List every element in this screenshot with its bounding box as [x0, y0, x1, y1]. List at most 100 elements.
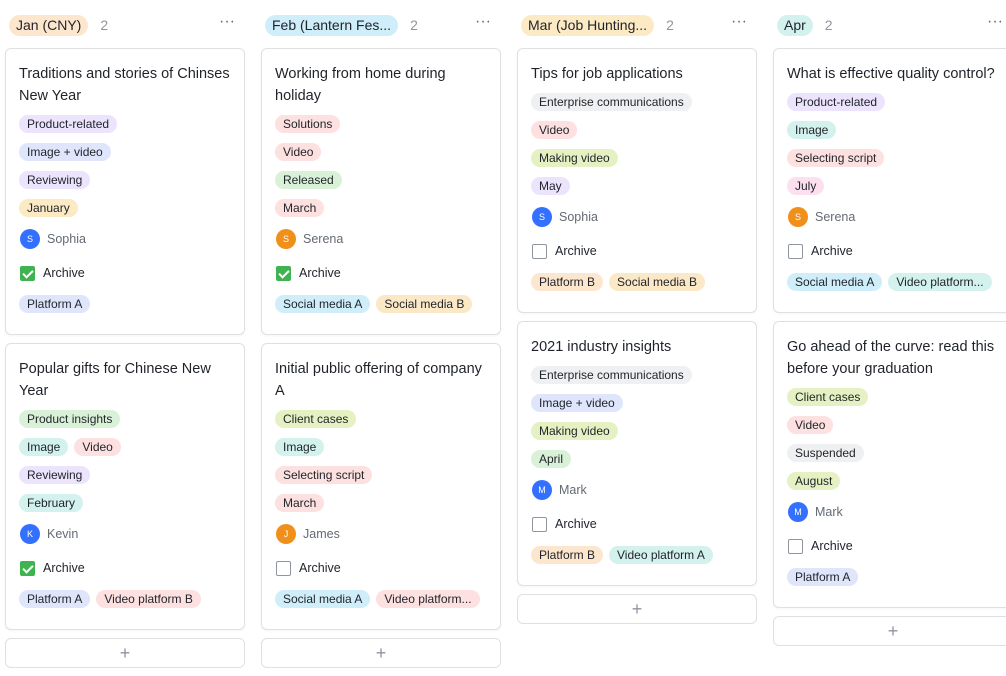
- record-card[interactable]: Initial public offering of company A Cli…: [261, 343, 501, 630]
- archive-label: Archive: [299, 266, 341, 280]
- channel-tags: Platform A: [19, 290, 231, 318]
- category-tag: Client cases: [275, 410, 357, 428]
- record-card[interactable]: Tips for job applications Enterprise com…: [517, 48, 757, 313]
- archive-checkbox[interactable]: [276, 560, 291, 576]
- channel-tags: Social media A Video platform...: [275, 585, 487, 613]
- column-count: 2: [100, 17, 109, 33]
- avatar: M: [788, 502, 808, 522]
- owner-name: Serena: [303, 232, 344, 246]
- column-count: 2: [410, 17, 418, 33]
- category-tag: Product insights: [19, 410, 121, 428]
- record-card[interactable]: Traditions and stories of Chinses New Ye…: [5, 48, 245, 335]
- column-title[interactable]: Apr: [777, 14, 813, 36]
- channel-tag: Platform A: [19, 590, 91, 608]
- archive-checkbox[interactable]: [532, 516, 547, 532]
- column-count: 2: [824, 17, 833, 33]
- archive-field: Archive: [275, 256, 487, 290]
- avatar: J: [276, 524, 296, 544]
- record-card[interactable]: 2021 industry insights Enterprise commun…: [517, 321, 757, 586]
- archive-field: Archive: [531, 507, 743, 541]
- category-tag: Product-related: [787, 93, 886, 111]
- add-record-button[interactable]: +: [5, 638, 245, 668]
- status-tag: Released: [275, 171, 342, 189]
- status-tag: Reviewing: [19, 171, 91, 189]
- archive-label: Archive: [555, 244, 597, 258]
- channel-tag: Social media A: [275, 295, 371, 313]
- record-card[interactable]: What is effective quality control? Produ…: [773, 48, 1006, 313]
- archive-checkbox[interactable]: [20, 560, 35, 576]
- owner-name: Sophia: [47, 232, 86, 246]
- card-title: Initial public offering of company A: [275, 361, 482, 399]
- archive-checkbox[interactable]: [788, 538, 803, 554]
- column-title[interactable]: Feb (Lantern Fes...: [265, 14, 399, 36]
- owner-name: Sophia: [559, 210, 598, 224]
- owner-field: S Serena: [275, 222, 487, 256]
- more-options-icon[interactable]: ···: [731, 13, 747, 37]
- channel-tags: Platform A: [787, 563, 999, 591]
- owner-name: Mark: [815, 505, 843, 519]
- owner-name: Serena: [815, 210, 856, 224]
- archive-label: Archive: [555, 517, 597, 531]
- category-tag: Product-related: [19, 115, 118, 133]
- archive-checkbox[interactable]: [276, 265, 291, 281]
- archive-checkbox[interactable]: [20, 265, 35, 281]
- channel-tag: Social media A: [787, 273, 883, 291]
- card-title: Traditions and stories of Chinses New Ye…: [19, 66, 230, 104]
- channel-tag: Social media A: [275, 590, 371, 608]
- record-card[interactable]: Go ahead of the curve: read this before …: [773, 321, 1006, 608]
- category-tag: Client cases: [787, 388, 869, 406]
- more-options-icon[interactable]: ···: [475, 13, 491, 37]
- archive-field: Archive: [531, 234, 743, 268]
- add-record-button[interactable]: +: [517, 594, 757, 624]
- format-tag: Image: [787, 121, 837, 139]
- avatar: M: [532, 480, 552, 500]
- channel-tag: Platform A: [787, 568, 859, 586]
- month-tag: February: [19, 494, 84, 512]
- status-tag: Selecting script: [275, 466, 373, 484]
- avatar: K: [20, 524, 40, 544]
- archive-label: Archive: [43, 561, 85, 575]
- owner-field: S Sophia: [19, 222, 231, 256]
- more-options-icon[interactable]: ···: [987, 13, 1003, 37]
- channel-tag: Platform B: [531, 546, 604, 564]
- status-tag: Reviewing: [19, 466, 91, 484]
- category-tag: Enterprise communications: [531, 93, 692, 111]
- owner-field: M Mark: [531, 473, 743, 507]
- channel-tag: Video platform...: [376, 590, 480, 608]
- category-tag: Solutions: [275, 115, 341, 133]
- month-tag: August: [787, 472, 841, 490]
- record-card[interactable]: Popular gifts for Chinese New Year Produ…: [5, 343, 245, 630]
- channel-tag: Social media B: [609, 273, 706, 291]
- card-title: 2021 industry insights: [531, 339, 672, 355]
- add-record-button[interactable]: +: [261, 638, 501, 668]
- card-title: Go ahead of the curve: read this before …: [787, 339, 995, 377]
- format-tag: Image: [19, 438, 69, 456]
- column-header: Feb (Lantern Fes... 2 ···: [265, 13, 501, 37]
- format-tag: Video: [531, 121, 578, 139]
- channel-tag: Platform A: [19, 295, 91, 313]
- more-options-icon[interactable]: ···: [219, 13, 235, 37]
- avatar: S: [532, 207, 552, 227]
- channel-tags: Platform B Social media B: [531, 268, 743, 296]
- channel-tag: Social media B: [376, 295, 473, 313]
- add-record-button[interactable]: +: [773, 616, 1006, 646]
- column-header: Jan (CNY) 2 ···: [9, 13, 245, 37]
- channel-tags: Platform A Video platform B: [19, 585, 231, 613]
- record-card[interactable]: Working from home during holiday Solutio…: [261, 48, 501, 335]
- column-title[interactable]: Jan (CNY): [9, 14, 89, 36]
- owner-field: J James: [275, 517, 487, 551]
- archive-checkbox[interactable]: [788, 243, 803, 259]
- archive-field: Archive: [19, 256, 231, 290]
- owner-name: Mark: [559, 483, 587, 497]
- archive-checkbox[interactable]: [532, 243, 547, 259]
- archive-label: Archive: [811, 244, 853, 258]
- column-title[interactable]: Mar (Job Hunting...: [521, 14, 655, 36]
- category-tag: Enterprise communications: [531, 366, 692, 384]
- format-tag: Video: [275, 143, 322, 161]
- format-tag: Image: [275, 438, 325, 456]
- format-tag: Image + video: [19, 143, 111, 161]
- month-tag: March: [275, 199, 325, 217]
- archive-label: Archive: [299, 561, 341, 575]
- channel-tag: Video platform A: [609, 546, 713, 564]
- owner-field: S Sophia: [531, 200, 743, 234]
